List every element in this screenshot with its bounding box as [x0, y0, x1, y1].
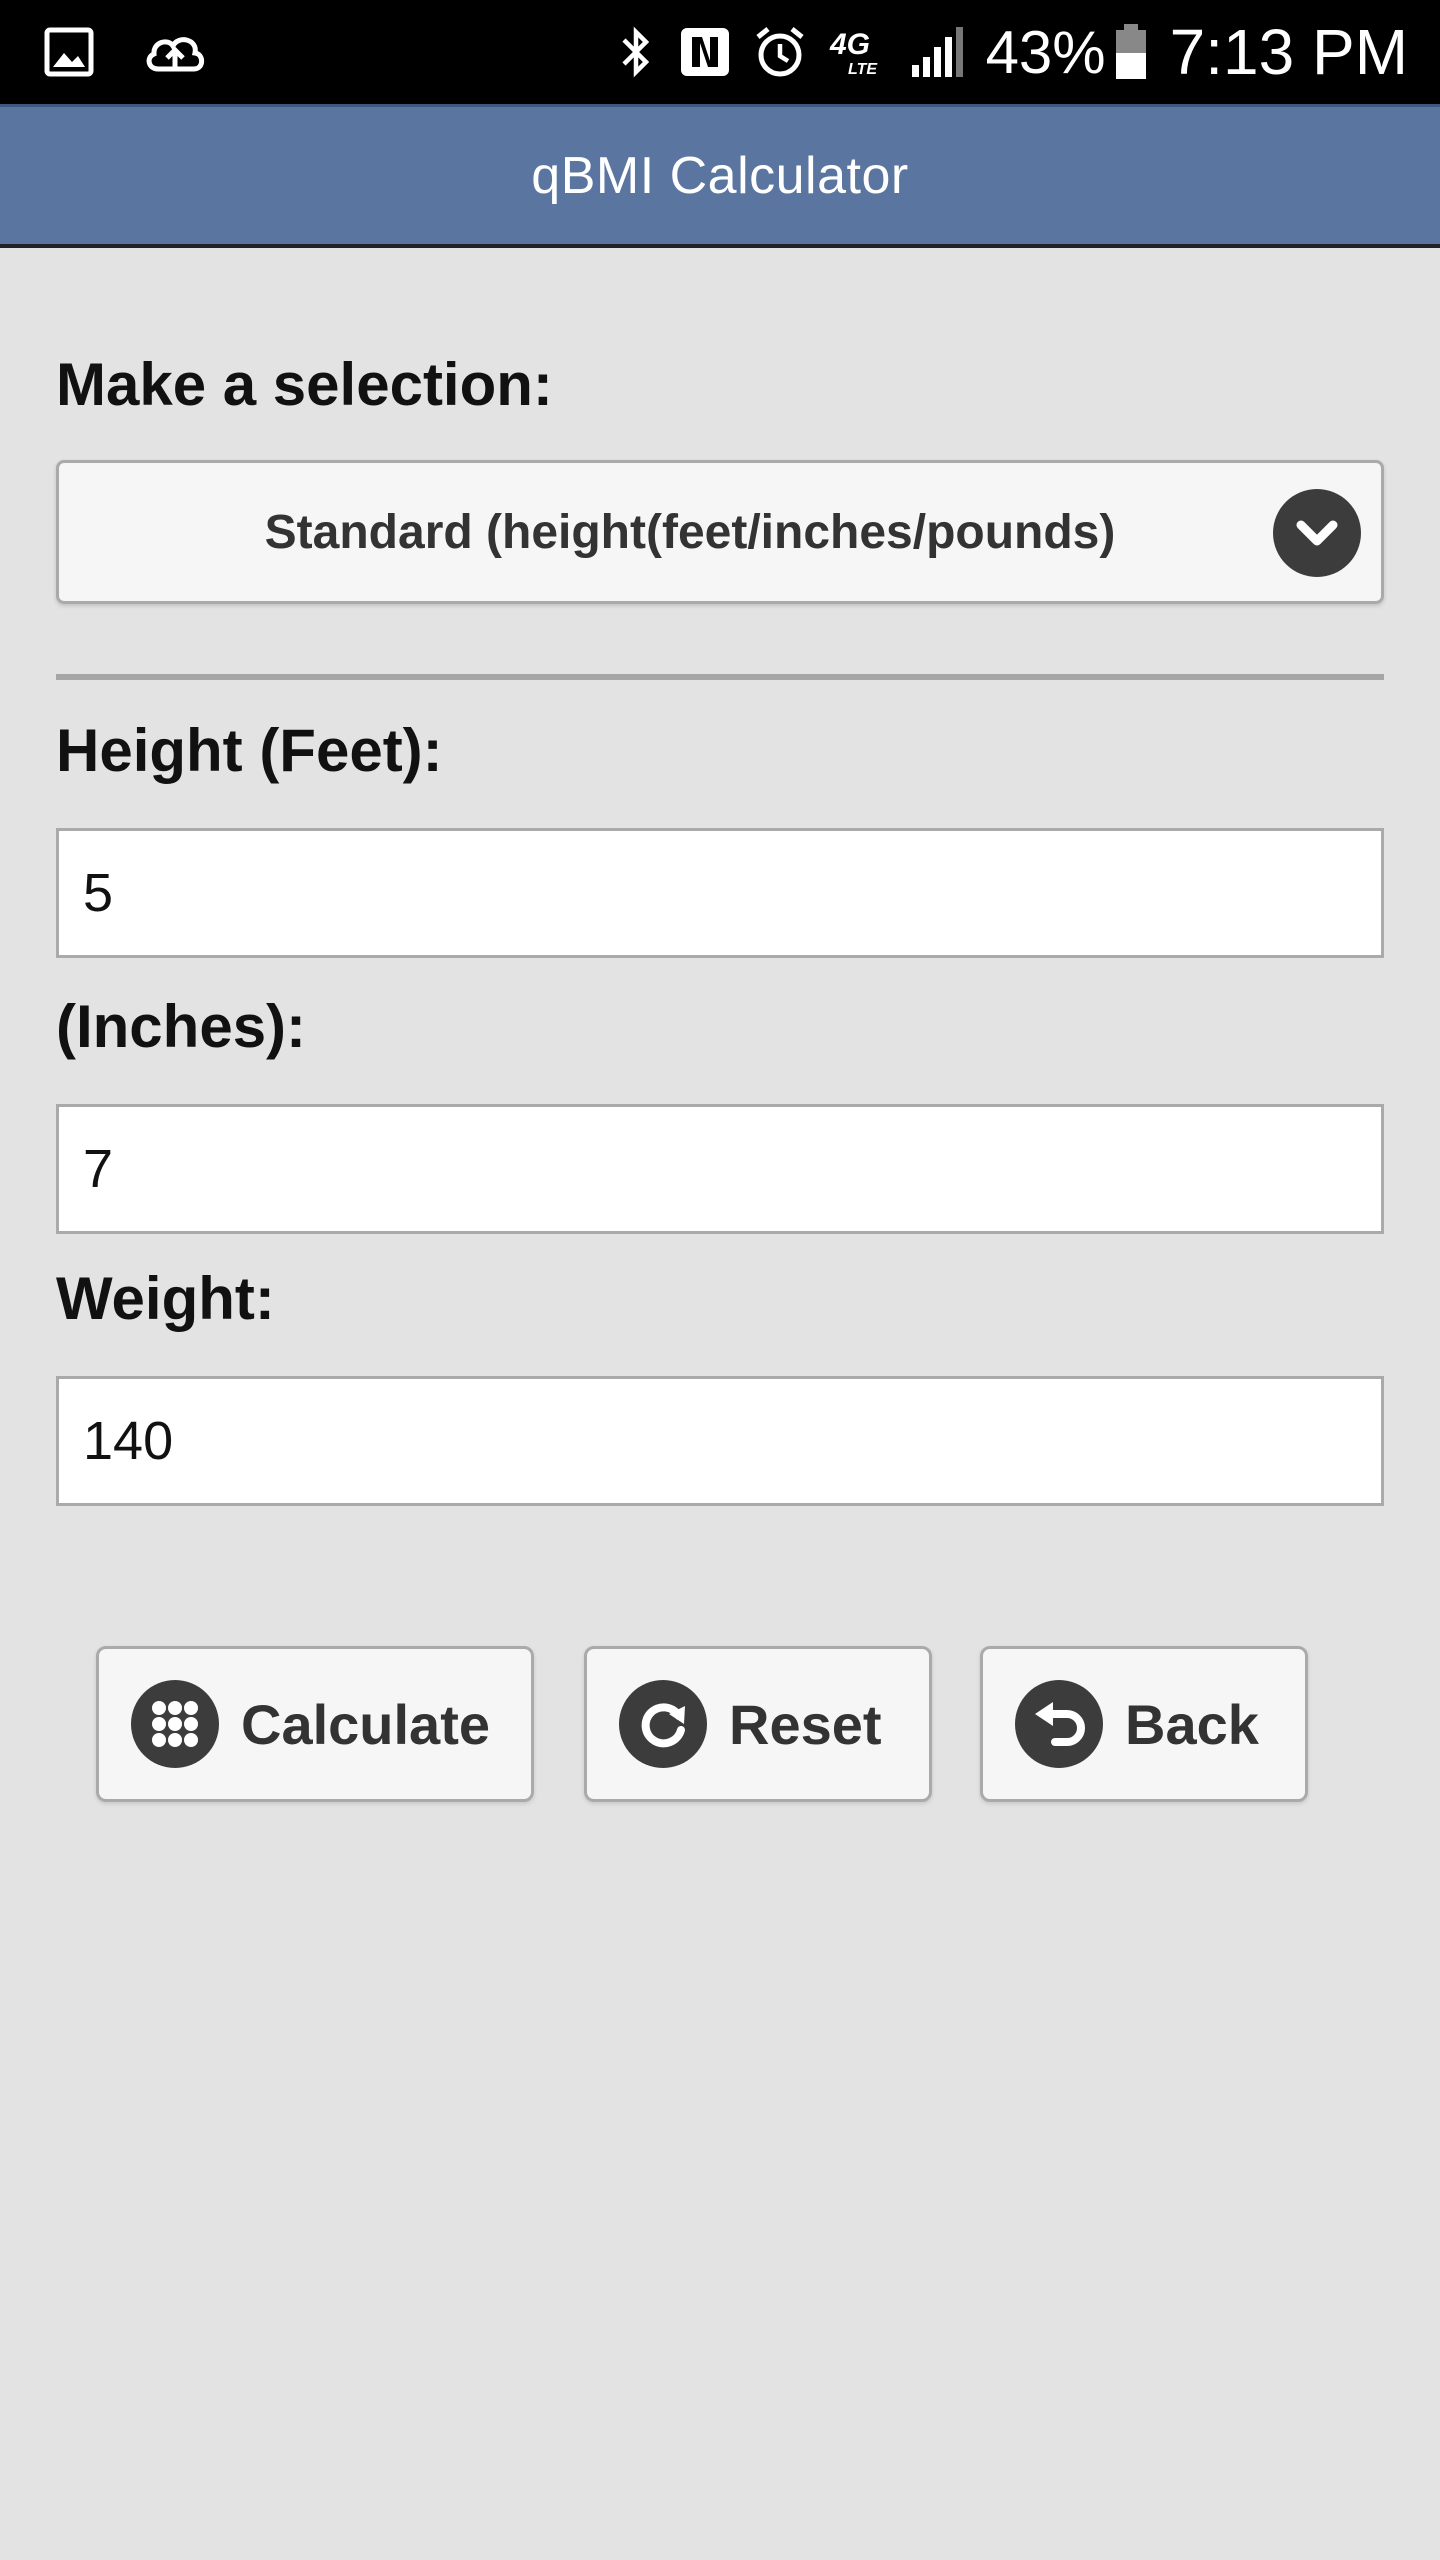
reset-button-label: Reset [729, 1692, 882, 1756]
reset-button[interactable]: Reset [584, 1646, 932, 1802]
unit-select[interactable]: Standard (height(feet/inches/pounds) [56, 460, 1384, 604]
height-feet-label: Height (Feet): [56, 717, 443, 784]
signal-icon [910, 25, 964, 79]
battery-percent: 43% [985, 18, 1106, 86]
gallery-icon [44, 27, 94, 77]
height-feet-input[interactable] [56, 828, 1384, 958]
cloud-upload-icon [142, 27, 208, 77]
back-button[interactable]: Back [980, 1646, 1308, 1802]
status-left-icons [44, 20, 208, 84]
inches-label: (Inches): [56, 993, 307, 1060]
inches-input[interactable] [56, 1104, 1384, 1234]
nfc-icon [678, 25, 732, 79]
back-button-label: Back [1125, 1692, 1259, 1756]
calculate-button-label: Calculate [241, 1692, 490, 1756]
bluetooth-icon [616, 24, 656, 80]
svg-text:4G: 4G [829, 28, 870, 61]
app-bar: qBMI Calculator [0, 104, 1440, 248]
weight-input[interactable] [56, 1376, 1384, 1506]
unit-select-value: Standard (height(feet/inches/pounds) [264, 505, 1116, 559]
calculate-button[interactable]: Calculate [96, 1646, 534, 1802]
app-title: qBMI Calculator [531, 146, 909, 205]
clock: 7:13 PM [1169, 16, 1408, 88]
status-bar: 4G LTE 43% 7:13 PM [0, 0, 1440, 104]
weight-label: Weight: [56, 1265, 275, 1332]
undo-icon [1015, 1680, 1103, 1768]
refresh-icon [619, 1680, 707, 1768]
divider [56, 674, 1384, 680]
chevron-down-icon [1273, 489, 1361, 577]
grid-icon [131, 1680, 219, 1768]
svg-text:LTE: LTE [848, 61, 878, 78]
network-4g-lte-icon: 4G LTE [828, 24, 888, 80]
alarm-icon [754, 25, 806, 79]
status-right-icons: 4G LTE 43% 7:13 PM [616, 14, 1408, 90]
battery-icon [1114, 23, 1148, 81]
selection-label: Make a selection: [56, 351, 553, 418]
